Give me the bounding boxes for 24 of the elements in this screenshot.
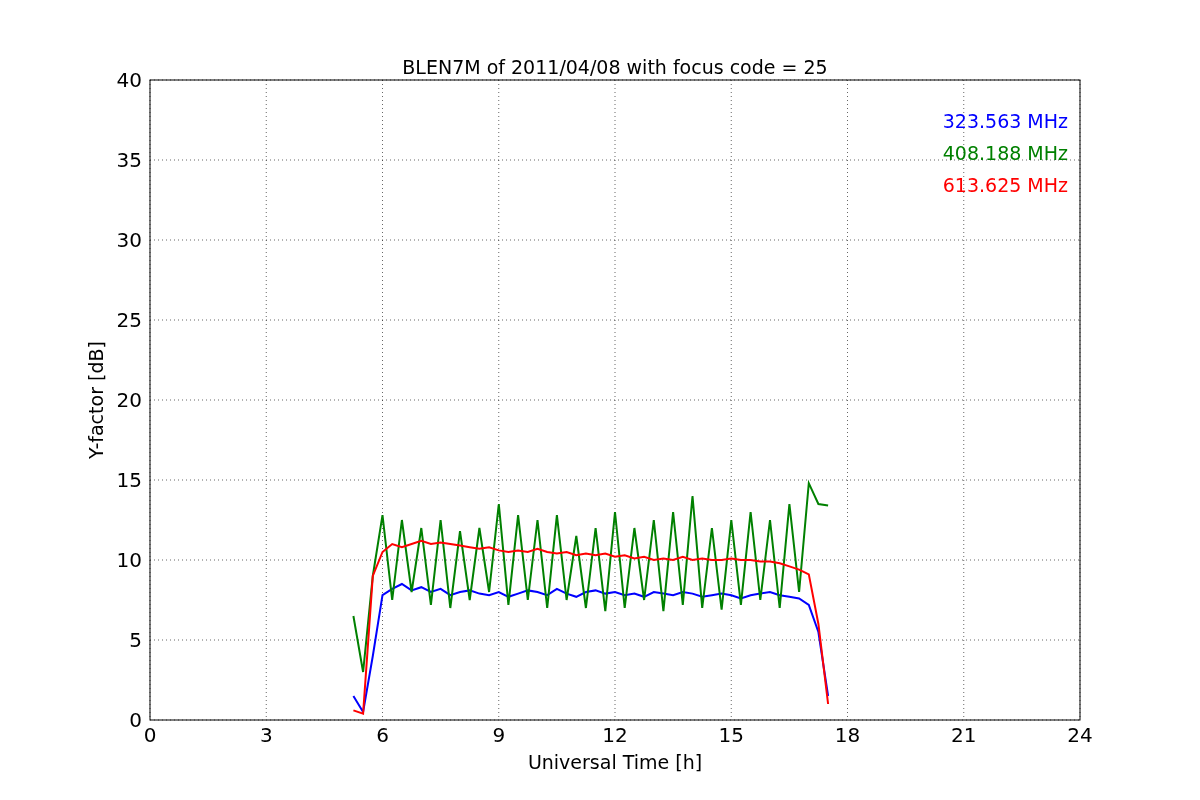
x-tick-label: 3	[259, 723, 273, 747]
legend-label: 408.188 MHz	[942, 142, 1068, 164]
legend-label: 613.625 MHz	[942, 174, 1068, 196]
y-tick-label: 0	[129, 708, 142, 732]
y-tick-label: 15	[116, 468, 142, 492]
x-tick-label: 18	[834, 723, 861, 747]
y-tick-label: 20	[116, 388, 142, 412]
chart-title: BLEN7M of 2011/04/08 with focus code = 25	[402, 56, 828, 78]
legend-label: 323.563 MHz	[942, 110, 1068, 132]
x-axis-label: Universal Time [h]	[527, 751, 703, 773]
x-tick-label: 0	[143, 723, 157, 747]
y-tick-label: 40	[116, 68, 142, 92]
x-tick-label: 12	[602, 723, 628, 747]
x-tick-label: 24	[1067, 723, 1093, 747]
x-tick-label: 9	[492, 723, 506, 747]
x-tick-label: 6	[376, 723, 389, 747]
y-tick-label: 35	[116, 148, 142, 172]
y-tick-label: 30	[116, 228, 142, 252]
y-tick-label: 5	[129, 628, 142, 652]
x-tick-label: 15	[718, 723, 744, 747]
y-axis-label: Y-factor [dB]	[85, 341, 107, 459]
y-tick-label: 25	[116, 308, 142, 332]
x-tick-label: 21	[951, 723, 977, 747]
y-tick-label: 10	[116, 548, 142, 572]
